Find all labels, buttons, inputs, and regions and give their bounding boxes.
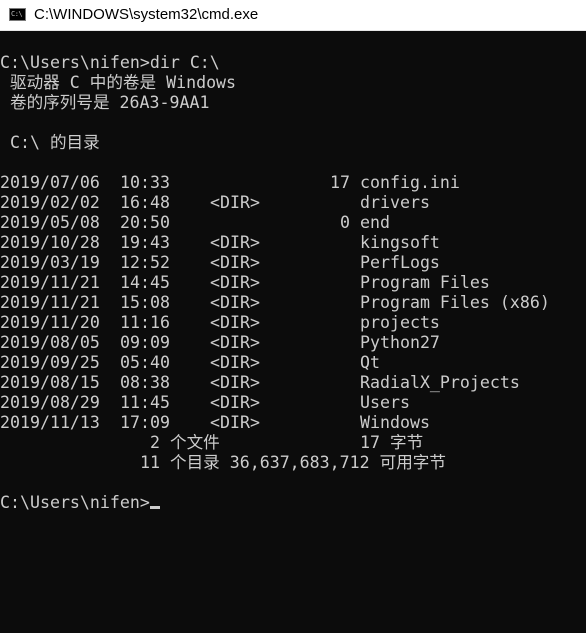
entry-name: end — [360, 213, 390, 232]
entry-date: 2019/02/02 — [0, 193, 100, 212]
entry-dir-marker: <DIR> — [210, 313, 260, 332]
entry-time: 16:48 — [120, 193, 170, 212]
entry-date: 2019/11/20 — [0, 313, 100, 332]
table-row: 2019/07/06 10:33 17 config.ini — [0, 173, 586, 193]
entry-name: Program Files (x86) — [360, 293, 550, 312]
entry-dir-marker: <DIR> — [210, 393, 260, 412]
table-row: 2019/08/29 11:45 <DIR> Users — [0, 393, 586, 413]
command-line: C:\Users\nifen>dir C:\ — [0, 53, 220, 72]
table-row: 2019/09/25 05:40 <DIR> Qt — [0, 353, 586, 373]
entry-date: 2019/08/05 — [0, 333, 100, 352]
entry-dir-marker: <DIR> — [210, 253, 260, 272]
table-row: 2019/11/13 17:09 <DIR> Windows — [0, 413, 586, 433]
entry-time: 20:50 — [120, 213, 170, 232]
directory-of-line: C:\ 的目录 — [0, 133, 100, 152]
entry-dir-marker: <DIR> — [210, 353, 260, 372]
prompt-text: C:\Users\nifen> — [0, 493, 150, 512]
cmd-window: C:\ C:\WINDOWS\system32\cmd.exe C:\Users… — [0, 0, 586, 633]
text-cursor — [149, 506, 160, 509]
entry-time: 08:38 — [120, 373, 170, 392]
dirs-free-bytes: 11 个目录 36,637,683,712 可用字节 — [140, 453, 446, 472]
entry-name: drivers — [360, 193, 430, 212]
entry-time: 10:33 — [120, 173, 170, 192]
title-bar[interactable]: C:\ C:\WINDOWS\system32\cmd.exe — [0, 0, 586, 31]
entry-name: RadialX_Projects — [360, 373, 520, 392]
table-row: 2019/11/21 14:45 <DIR> Program Files — [0, 273, 586, 293]
cmd-icon[interactable]: C:\ — [9, 8, 26, 21]
entry-size: 0 — [340, 213, 350, 232]
entry-date: 2019/11/21 — [0, 293, 100, 312]
entry-date: 2019/05/08 — [0, 213, 100, 232]
entry-date: 2019/10/28 — [0, 233, 100, 252]
files-count: 2 个文件 — [150, 433, 220, 452]
table-row: 2019/08/15 08:38 <DIR> RadialX_Projects — [0, 373, 586, 393]
entry-name: PerfLogs — [360, 253, 440, 272]
entry-time: 09:09 — [120, 333, 170, 352]
entry-name: Program Files — [360, 273, 490, 292]
entry-date: 2019/08/29 — [0, 393, 100, 412]
entry-time: 11:16 — [120, 313, 170, 332]
cmd-icon-glyph: C:\ — [11, 10, 23, 18]
entry-dir-marker: <DIR> — [210, 333, 260, 352]
entry-time: 17:09 — [120, 413, 170, 432]
dirs-summary-line: 11 个目录 36,637,683,712 可用字节 — [0, 453, 586, 473]
table-row: 2019/05/08 20:50 0 end — [0, 213, 586, 233]
table-row: 2019/10/28 19:43 <DIR> kingsoft — [0, 233, 586, 253]
entry-name: kingsoft — [360, 233, 440, 252]
entry-date: 2019/07/06 — [0, 173, 100, 192]
entry-time: 12:52 — [120, 253, 170, 272]
entry-date: 2019/03/19 — [0, 253, 100, 272]
entry-dir-marker: <DIR> — [210, 373, 260, 392]
table-row: 2019/03/19 12:52 <DIR> PerfLogs — [0, 253, 586, 273]
table-row: 2019/11/21 15:08 <DIR> Program Files (x86) — [0, 293, 586, 313]
entry-time: 14:45 — [120, 273, 170, 292]
entry-dir-marker: <DIR> — [210, 293, 260, 312]
table-row: 2019/11/20 11:16 <DIR> projects — [0, 313, 586, 333]
entry-name: projects — [360, 313, 440, 332]
entry-time: 05:40 — [120, 353, 170, 372]
entry-date: 2019/09/25 — [0, 353, 100, 372]
entry-dir-marker: <DIR> — [210, 413, 260, 432]
prompt-line[interactable]: C:\Users\nifen> — [0, 493, 160, 513]
entry-name: Windows — [360, 413, 430, 432]
entry-time: 15:08 — [120, 293, 170, 312]
entry-dir-marker: <DIR> — [210, 233, 260, 252]
entry-time: 11:45 — [120, 393, 170, 412]
window-title: C:\WINDOWS\system32\cmd.exe — [34, 6, 259, 23]
entry-name: Qt — [360, 353, 380, 372]
entry-dir-marker: <DIR> — [210, 273, 260, 292]
volume-label-line: 驱动器 C 中的卷是 Windows — [0, 73, 237, 92]
table-row: 2019/02/02 16:48 <DIR> drivers — [0, 193, 586, 213]
files-bytes: 17 字节 — [360, 433, 424, 452]
entry-size: 17 — [330, 173, 350, 192]
entry-date: 2019/11/13 — [0, 413, 100, 432]
entry-time: 19:43 — [120, 233, 170, 252]
serial-number-line: 卷的序列号是 26A3-9AA1 — [0, 93, 210, 112]
entry-date: 2019/11/21 — [0, 273, 100, 292]
entry-date: 2019/08/15 — [0, 373, 100, 392]
table-row: 2019/08/05 09:09 <DIR> Python27 — [0, 333, 586, 353]
entry-name: Python27 — [360, 333, 440, 352]
console-area[interactable]: C:\Users\nifen>dir C:\ 驱动器 C 中的卷是 Window… — [0, 31, 586, 633]
files-summary-line: 2 个文件 17 字节 — [0, 433, 586, 453]
entry-name: config.ini — [360, 173, 460, 192]
entry-name: Users — [360, 393, 410, 412]
entry-dir-marker: <DIR> — [210, 193, 260, 212]
